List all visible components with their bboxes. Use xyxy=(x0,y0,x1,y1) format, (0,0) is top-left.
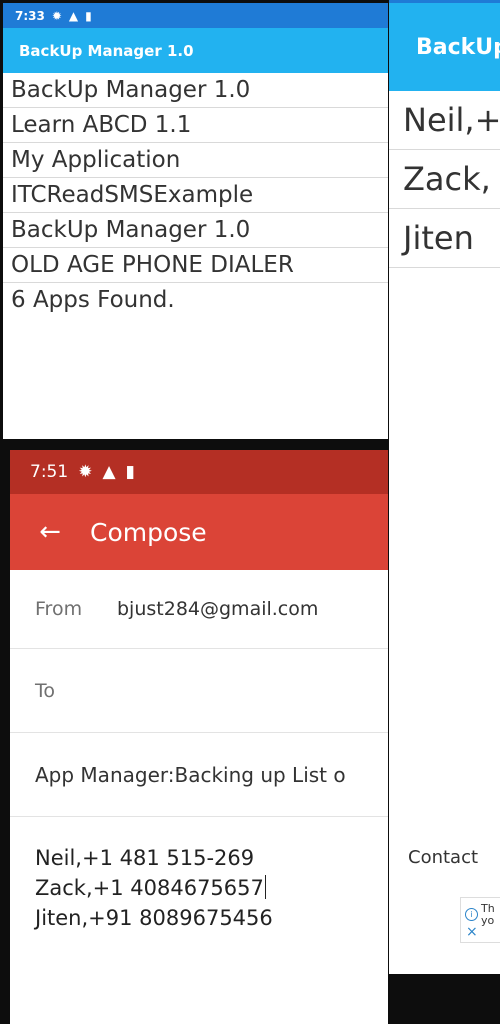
body-line: Neil,+1 481 515-269 xyxy=(35,846,255,870)
back-arrow-icon[interactable]: ← xyxy=(10,519,90,545)
gear-icon: ✹ xyxy=(78,462,93,482)
app-title: BackUp xyxy=(416,34,500,60)
to-row[interactable]: To xyxy=(10,649,388,733)
close-icon[interactable]: × xyxy=(466,925,478,939)
list-item[interactable]: OLD AGE PHONE DIALER xyxy=(3,248,388,283)
app-bar: BackUp Manager 1.0 xyxy=(3,28,388,73)
status-bar: 7:51 ✹ ▲ ▮ xyxy=(10,450,388,494)
warning-icon: ▲ xyxy=(102,462,116,482)
status-bar: 7:33 ✹ ▲ ▮ xyxy=(3,3,388,28)
ad-text: Th yo xyxy=(481,902,495,927)
text-cursor xyxy=(264,875,266,899)
to-label: To xyxy=(35,679,56,702)
compose-title: Compose xyxy=(90,517,207,547)
body-line: Jiten,+91 8089675456 xyxy=(35,906,273,930)
info-icon[interactable]: i xyxy=(465,908,478,921)
sd-card-icon: ▮ xyxy=(125,462,135,482)
from-field[interactable]: bjust284@gmail.com xyxy=(117,598,318,620)
list-item[interactable]: My Application xyxy=(3,143,388,178)
warning-icon: ▲ xyxy=(68,8,79,23)
list-item[interactable]: Neil,+ xyxy=(389,91,500,150)
app-bar: ← Compose xyxy=(10,494,388,570)
apps-found-count: 6 Apps Found. xyxy=(11,287,175,313)
subject-field[interactable]: App Manager:Backing up List o xyxy=(35,763,346,787)
body-field[interactable]: Neil,+1 481 515-269 Zack,+1 4084675657 J… xyxy=(10,817,388,933)
subject-row[interactable]: App Manager:Backing up List o xyxy=(10,733,388,817)
body-line: Zack,+1 4084675657 xyxy=(35,875,266,900)
compose-screen: 7:51 ✹ ▲ ▮ ← Compose From bjust284@gmail… xyxy=(10,450,388,1024)
app-title: BackUp Manager 1.0 xyxy=(19,41,194,60)
list-item[interactable]: BackUp Manager 1.0 xyxy=(3,73,388,108)
from-label: From xyxy=(35,598,83,620)
status-time: 7:51 xyxy=(30,462,69,482)
sd-card-icon: ▮ xyxy=(85,8,92,23)
contacts-screen: BackUp Neil,+ Zack, Jiten Contact i × Th… xyxy=(389,0,500,974)
status-time: 7:33 xyxy=(15,8,45,23)
ad-banner[interactable]: i × Th yo xyxy=(460,897,500,943)
list-item[interactable]: Learn ABCD 1.1 xyxy=(3,108,388,143)
list-item[interactable]: ITCReadSMSExample xyxy=(3,178,388,213)
from-row[interactable]: From bjust284@gmail.com xyxy=(10,570,388,649)
contact-label[interactable]: Contact xyxy=(408,847,478,868)
list-item[interactable]: Jiten xyxy=(389,209,500,268)
app-list: BackUp Manager 1.0 Learn ABCD 1.1 My App… xyxy=(3,73,388,317)
list-item[interactable]: BackUp Manager 1.0 xyxy=(3,213,388,248)
app-bar: BackUp xyxy=(389,3,500,91)
app-list-screen: 7:33 ✹ ▲ ▮ BackUp Manager 1.0 BackUp Man… xyxy=(3,3,388,439)
gear-icon: ✹ xyxy=(51,8,62,23)
list-item[interactable]: Zack, xyxy=(389,150,500,209)
contact-list: Neil,+ Zack, Jiten xyxy=(389,91,500,268)
